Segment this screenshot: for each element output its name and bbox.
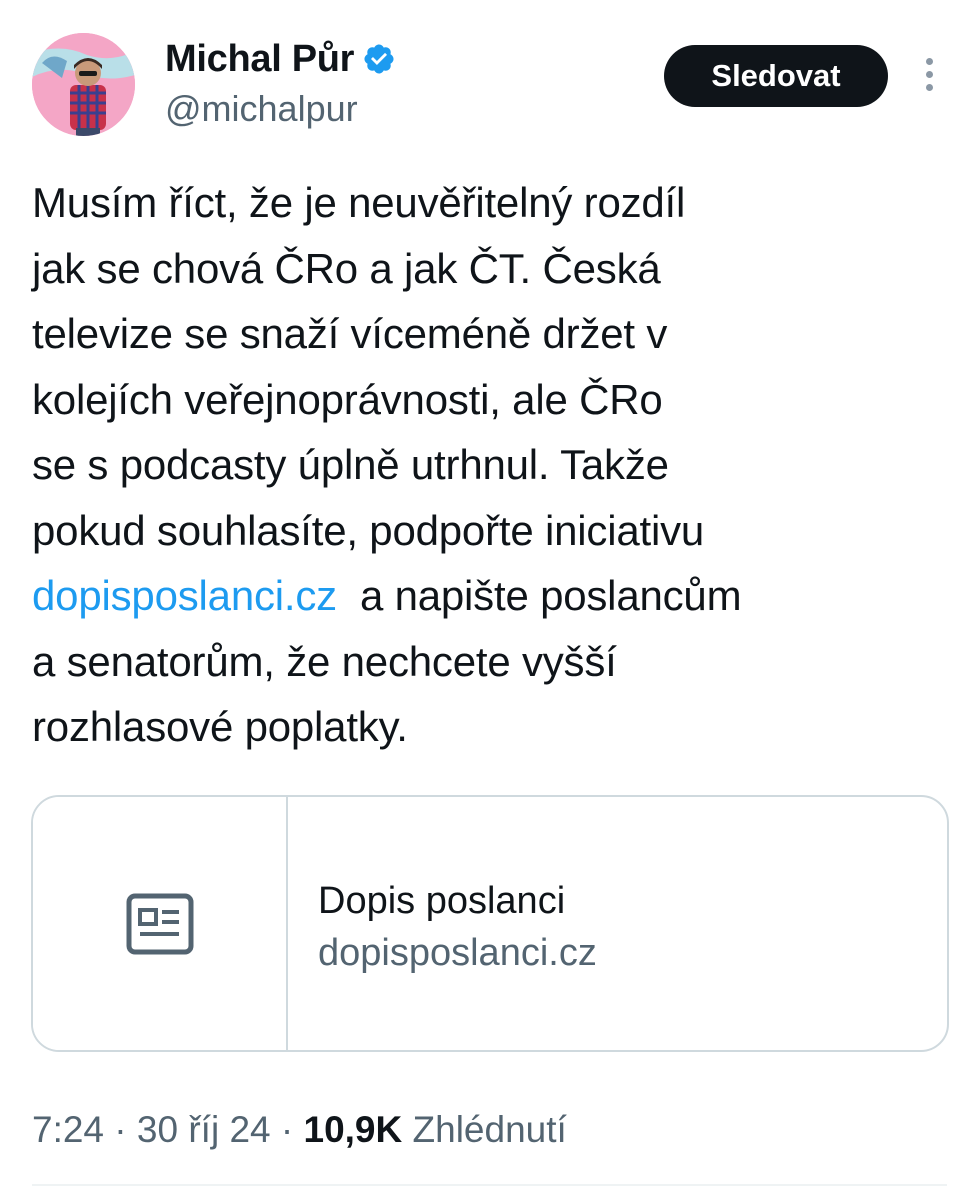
avatar[interactable]	[32, 33, 135, 136]
avatar-image	[32, 33, 135, 136]
tweet-line: pokud souhlasíte, podpořte iniciativu	[32, 506, 705, 554]
tweet-line: a senatorům, že nechcete vyšší	[32, 637, 617, 685]
tweet-line: Musím říct, že je neuvěřitelný rozdíl	[32, 179, 686, 226]
views-count: 10,9K	[303, 1109, 403, 1150]
tweet-meta: 7:24 · 30 říj 24 · 10,9K Zhlédnutí	[32, 1105, 567, 1155]
tweet-link-continuation: a napište poslancům	[348, 572, 742, 619]
article-icon	[126, 893, 193, 954]
tweet-line: rozhlasové poplatky.	[32, 703, 408, 750]
card-body: Dopis poslanci dopisposlanci.cz	[288, 797, 597, 1050]
tweet-date[interactable]: 30 říj 24	[137, 1109, 271, 1150]
tweet-text: Musím říct, že je neuvěřitelný rozdíl ja…	[32, 170, 952, 760]
meta-separator: ·	[270, 1109, 304, 1150]
card-title: Dopis poslanci	[318, 880, 566, 922]
tweet-line: televize se snaží víceméně držet v	[32, 310, 668, 357]
follow-button[interactable]: Sledovat	[664, 45, 888, 107]
link-card[interactable]: Dopis poslanci dopisposlanci.cz	[31, 795, 949, 1052]
display-name[interactable]: Michal Půr	[165, 36, 354, 82]
meta-separator: ·	[104, 1109, 137, 1150]
name-row: Michal Půr	[165, 36, 396, 82]
handle[interactable]: @michalpur	[165, 88, 358, 130]
tweet-link[interactable]: dopisposlanci.cz	[32, 572, 337, 619]
tweet-header: Michal Půr @michalpur Sledovat	[0, 0, 979, 150]
card-thumbnail	[33, 797, 288, 1050]
tweet-line-with-link: dopisposlanci.cz a napište poslancům	[32, 563, 952, 629]
divider	[32, 1184, 947, 1186]
tweet-line: se s podcasty úplně utrhnul. Takže	[32, 441, 669, 488]
tweet-time[interactable]: 7:24	[32, 1109, 104, 1150]
tweet-line: kolejích veřejnoprávnosti, ale ČRo	[32, 375, 663, 423]
card-domain: dopisposlanci.cz	[318, 932, 597, 974]
more-vertical-icon[interactable]	[914, 58, 944, 98]
tweet-line: jak se chová ČRo a jak ČT. Česká	[32, 244, 661, 292]
verified-badge-icon	[364, 44, 394, 74]
views-label: Zhlédnutí	[402, 1109, 567, 1150]
